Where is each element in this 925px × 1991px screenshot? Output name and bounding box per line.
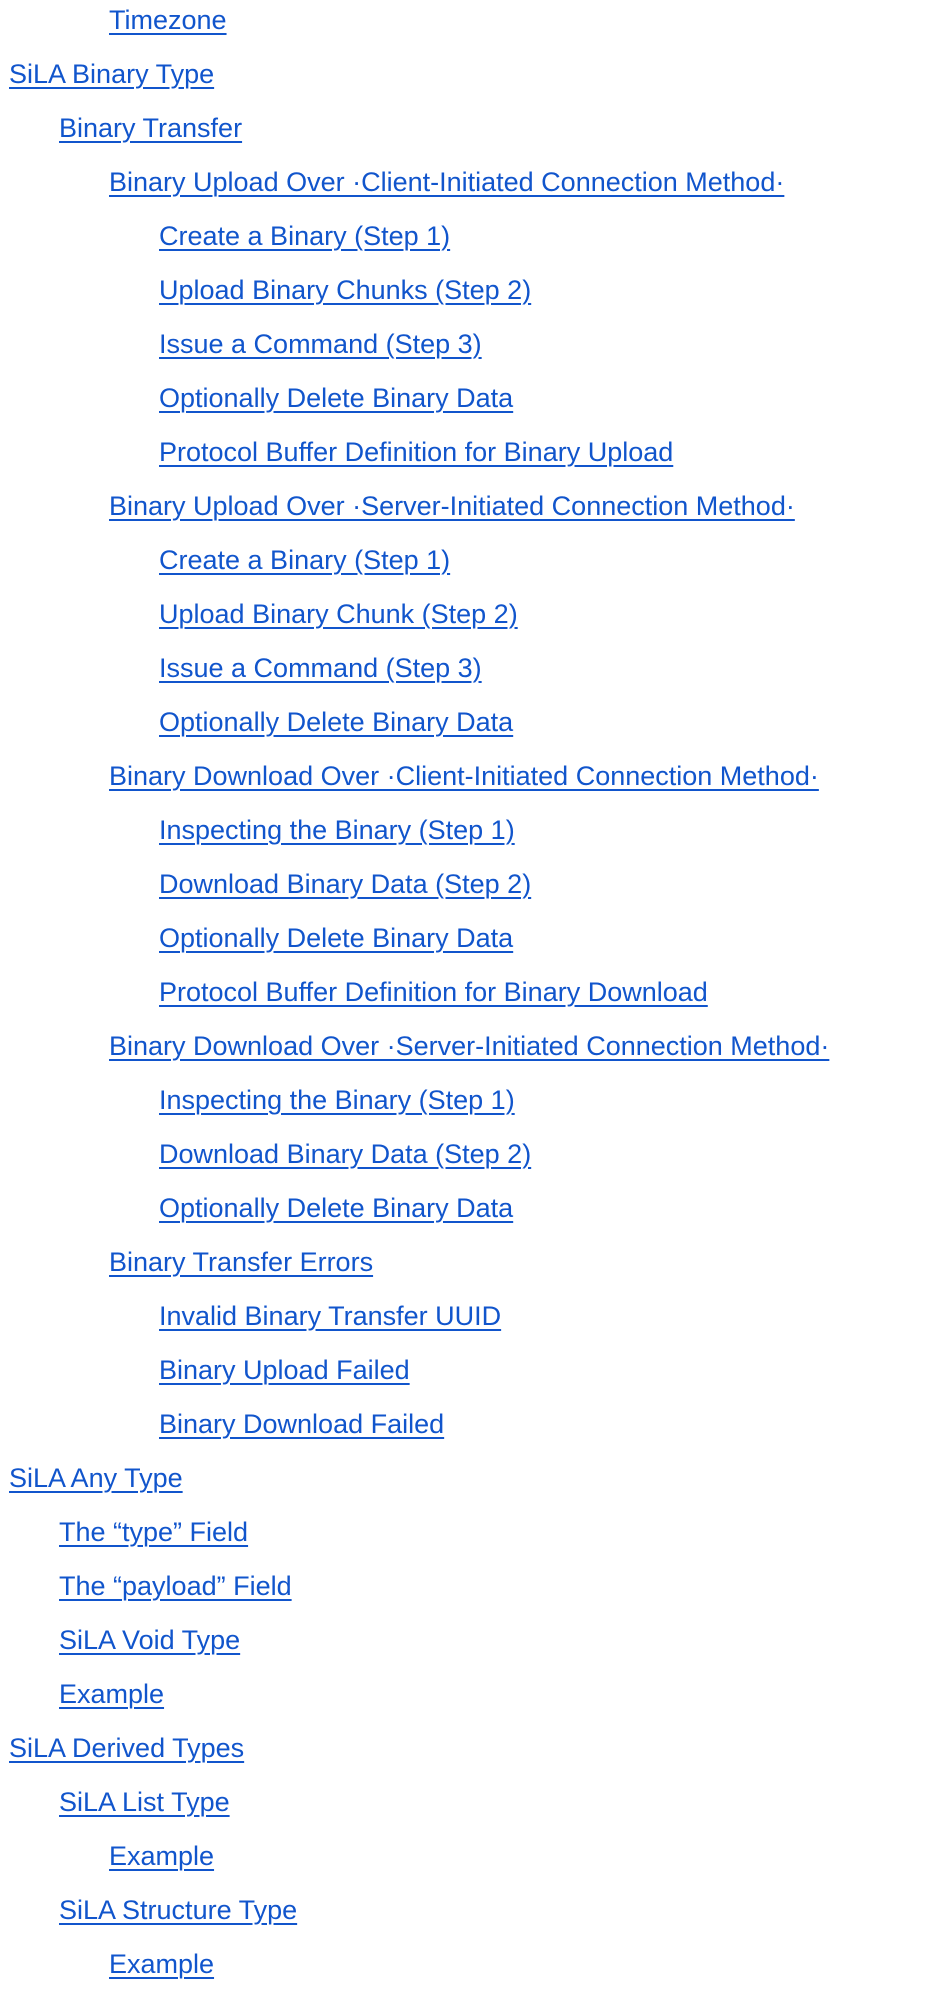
toc-entry: Optionally Delete Binary Data <box>0 1181 925 1235</box>
toc-entry: Download Binary Data (Step 2) <box>0 1127 925 1181</box>
toc-entry: Binary Download Over ·Server-Initiated C… <box>0 1019 925 1073</box>
toc-link[interactable]: Binary Transfer <box>59 114 242 142</box>
toc-entry: SiLA Structure Type <box>0 1883 925 1937</box>
toc-entry: SiLA Any Type <box>0 1451 925 1505</box>
toc-link[interactable]: Binary Transfer Errors <box>109 1248 373 1276</box>
toc-link[interactable]: SiLA List Type <box>59 1788 230 1816</box>
toc-link[interactable]: Protocol Buffer Definition for Binary Do… <box>159 978 708 1006</box>
toc-entry: Binary Upload Failed <box>0 1343 925 1397</box>
toc-entry: Binary Download Failed <box>0 1397 925 1451</box>
toc-entry: Create a Binary (Step 1) <box>0 533 925 587</box>
toc-entry: The “payload” Field <box>0 1559 925 1613</box>
toc-link[interactable]: SiLA Void Type <box>59 1626 240 1654</box>
toc-link[interactable]: Inspecting the Binary (Step 1) <box>159 1086 515 1114</box>
toc-link[interactable]: Protocol Buffer Definition for Binary Up… <box>159 438 673 466</box>
toc-entry: Binary Upload Over ·Server-Initiated Con… <box>0 479 925 533</box>
toc-entry: Issue a Command (Step 3) <box>0 641 925 695</box>
toc-entry: Example <box>0 1829 925 1883</box>
toc-entry: Optionally Delete Binary Data <box>0 371 925 425</box>
toc-link[interactable]: Binary Download Over ·Server-Initiated C… <box>109 1032 829 1060</box>
toc-entry: Inspecting the Binary (Step 1) <box>0 803 925 857</box>
toc-entry: Protocol Buffer Definition for Binary Do… <box>0 965 925 1019</box>
toc-link[interactable]: Upload Binary Chunks (Step 2) <box>159 276 531 304</box>
toc-link[interactable]: Binary Upload Failed <box>159 1356 410 1384</box>
toc-link[interactable]: Create a Binary (Step 1) <box>159 546 450 574</box>
toc-link[interactable]: The “payload” Field <box>59 1572 292 1600</box>
toc-entry: Upload Binary Chunk (Step 2) <box>0 587 925 641</box>
toc-entry: Binary Transfer Errors <box>0 1235 925 1289</box>
toc-link[interactable]: Invalid Binary Transfer UUID <box>159 1302 501 1330</box>
toc-link[interactable]: Example <box>109 1950 214 1978</box>
toc-entry: Binary Download Over ·Client-Initiated C… <box>0 749 925 803</box>
toc-entry: Upload Binary Chunks (Step 2) <box>0 263 925 317</box>
toc-entry: The “type” Field <box>0 1505 925 1559</box>
toc-link[interactable]: Issue a Command (Step 3) <box>159 654 482 682</box>
toc-link[interactable]: Issue a Command (Step 3) <box>159 330 482 358</box>
toc-entry: Inspecting the Binary (Step 1) <box>0 1073 925 1127</box>
toc-entry: Example <box>0 1937 925 1991</box>
toc-link[interactable]: SiLA Binary Type <box>9 60 214 88</box>
toc-entry: Download Binary Data (Step 2) <box>0 857 925 911</box>
toc-entry: Timezone <box>0 0 925 47</box>
toc-link[interactable]: Inspecting the Binary (Step 1) <box>159 816 515 844</box>
toc-link[interactable]: Optionally Delete Binary Data <box>159 708 513 736</box>
toc-link[interactable]: Binary Upload Over ·Client-Initiated Con… <box>109 168 784 196</box>
toc-entry: Protocol Buffer Definition for Binary Up… <box>0 425 925 479</box>
toc-entry: SiLA Derived Types <box>0 1721 925 1775</box>
toc-link[interactable]: Example <box>109 1842 214 1870</box>
toc-link[interactable]: Binary Upload Over ·Server-Initiated Con… <box>109 492 795 520</box>
toc-link[interactable]: Upload Binary Chunk (Step 2) <box>159 600 518 628</box>
toc-link[interactable]: SiLA Derived Types <box>9 1734 244 1762</box>
toc-link[interactable]: The “type” Field <box>59 1518 248 1546</box>
toc-entry: Binary Upload Over ·Client-Initiated Con… <box>0 155 925 209</box>
toc-entry: Invalid Binary Transfer UUID <box>0 1289 925 1343</box>
toc-link[interactable]: Binary Download Failed <box>159 1410 444 1438</box>
toc-link[interactable]: Optionally Delete Binary Data <box>159 924 513 952</box>
toc-link[interactable]: Optionally Delete Binary Data <box>159 384 513 412</box>
toc-link[interactable]: SiLA Any Type <box>9 1464 183 1492</box>
toc-link[interactable]: Download Binary Data (Step 2) <box>159 870 531 898</box>
toc-link[interactable]: Example <box>59 1680 164 1708</box>
toc-entry: SiLA List Type <box>0 1775 925 1829</box>
toc-entry: Example <box>0 1667 925 1721</box>
toc-link[interactable]: Optionally Delete Binary Data <box>159 1194 513 1222</box>
toc-entry: Create a Binary (Step 1) <box>0 209 925 263</box>
toc-entry: Optionally Delete Binary Data <box>0 695 925 749</box>
toc-link[interactable]: Download Binary Data (Step 2) <box>159 1140 531 1168</box>
toc-entry: Binary Transfer <box>0 101 925 155</box>
toc-entry: SiLA Void Type <box>0 1613 925 1667</box>
toc-link[interactable]: Create a Binary (Step 1) <box>159 222 450 250</box>
table-of-contents: Timezone SiLA Binary Type Binary Transfer B… <box>0 0 925 1991</box>
toc-entry: SiLA Binary Type <box>0 47 925 101</box>
toc-link[interactable]: SiLA Structure Type <box>59 1896 297 1924</box>
toc-link[interactable]: Binary Download Over ·Client-Initiated C… <box>109 762 819 790</box>
toc-entry: Optionally Delete Binary Data <box>0 911 925 965</box>
toc-entry: Issue a Command (Step 3) <box>0 317 925 371</box>
toc-link[interactable]: Timezone <box>109 6 227 34</box>
